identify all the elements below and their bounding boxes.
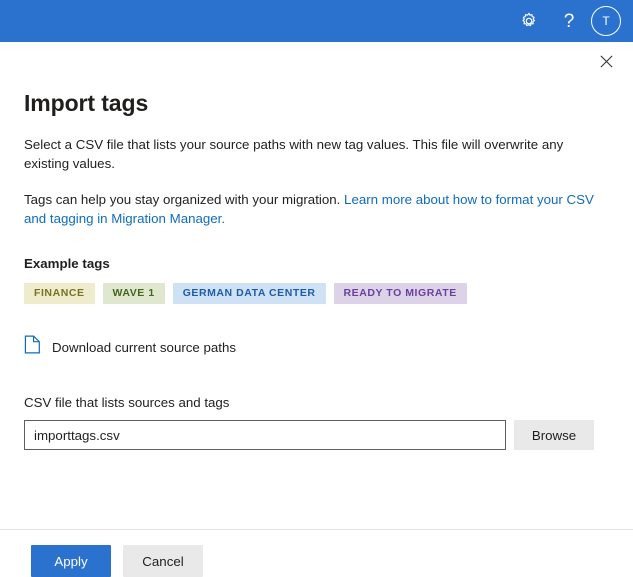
page-title: Import tags (24, 90, 149, 116)
help-button[interactable]: ? (549, 0, 589, 42)
tag-chip: GERMAN DATA CENTER (172, 283, 326, 304)
download-source-paths-link[interactable]: Download current source paths (24, 304, 236, 359)
close-icon (599, 54, 614, 74)
avatar-initial: T (602, 14, 610, 28)
example-tags-list: FINANCE WAVE 1 GERMAN DATA CENTER READY … (24, 271, 609, 304)
csv-file-field-row: Browse (24, 410, 609, 450)
panel-body: Import tags Select a CSV file that lists… (0, 85, 633, 450)
file-document-icon (24, 335, 41, 359)
panel-header (0, 42, 633, 85)
tag-chip: READY TO MIGRATE (333, 283, 467, 304)
gear-icon (520, 12, 538, 30)
apply-button[interactable]: Apply (31, 545, 111, 577)
description-prefix: Tags can help you stay organized with yo… (24, 192, 345, 207)
csv-file-input[interactable] (24, 420, 506, 450)
example-tags-heading: Example tags (24, 256, 110, 271)
download-label: Download current source paths (52, 339, 237, 355)
tag-chip: WAVE 1 (102, 283, 165, 304)
browse-button[interactable]: Browse (514, 420, 594, 450)
question-mark-icon: ? (563, 10, 575, 32)
tag-chip: FINANCE (24, 283, 95, 304)
import-tags-panel: Import tags Select a CSV file that lists… (0, 42, 633, 577)
close-button[interactable] (592, 50, 620, 78)
avatar[interactable]: T (591, 6, 621, 36)
settings-button[interactable] (509, 0, 549, 42)
description-paragraph-2: Tags can help you stay organized with yo… (24, 173, 602, 228)
cancel-button[interactable]: Cancel (123, 545, 203, 577)
description-paragraph-1: Select a CSV file that lists your source… (24, 137, 564, 171)
panel-footer: Apply Cancel (0, 530, 633, 577)
suite-bar: ? T (0, 0, 633, 42)
csv-file-label: CSV file that lists sources and tags (24, 395, 230, 410)
